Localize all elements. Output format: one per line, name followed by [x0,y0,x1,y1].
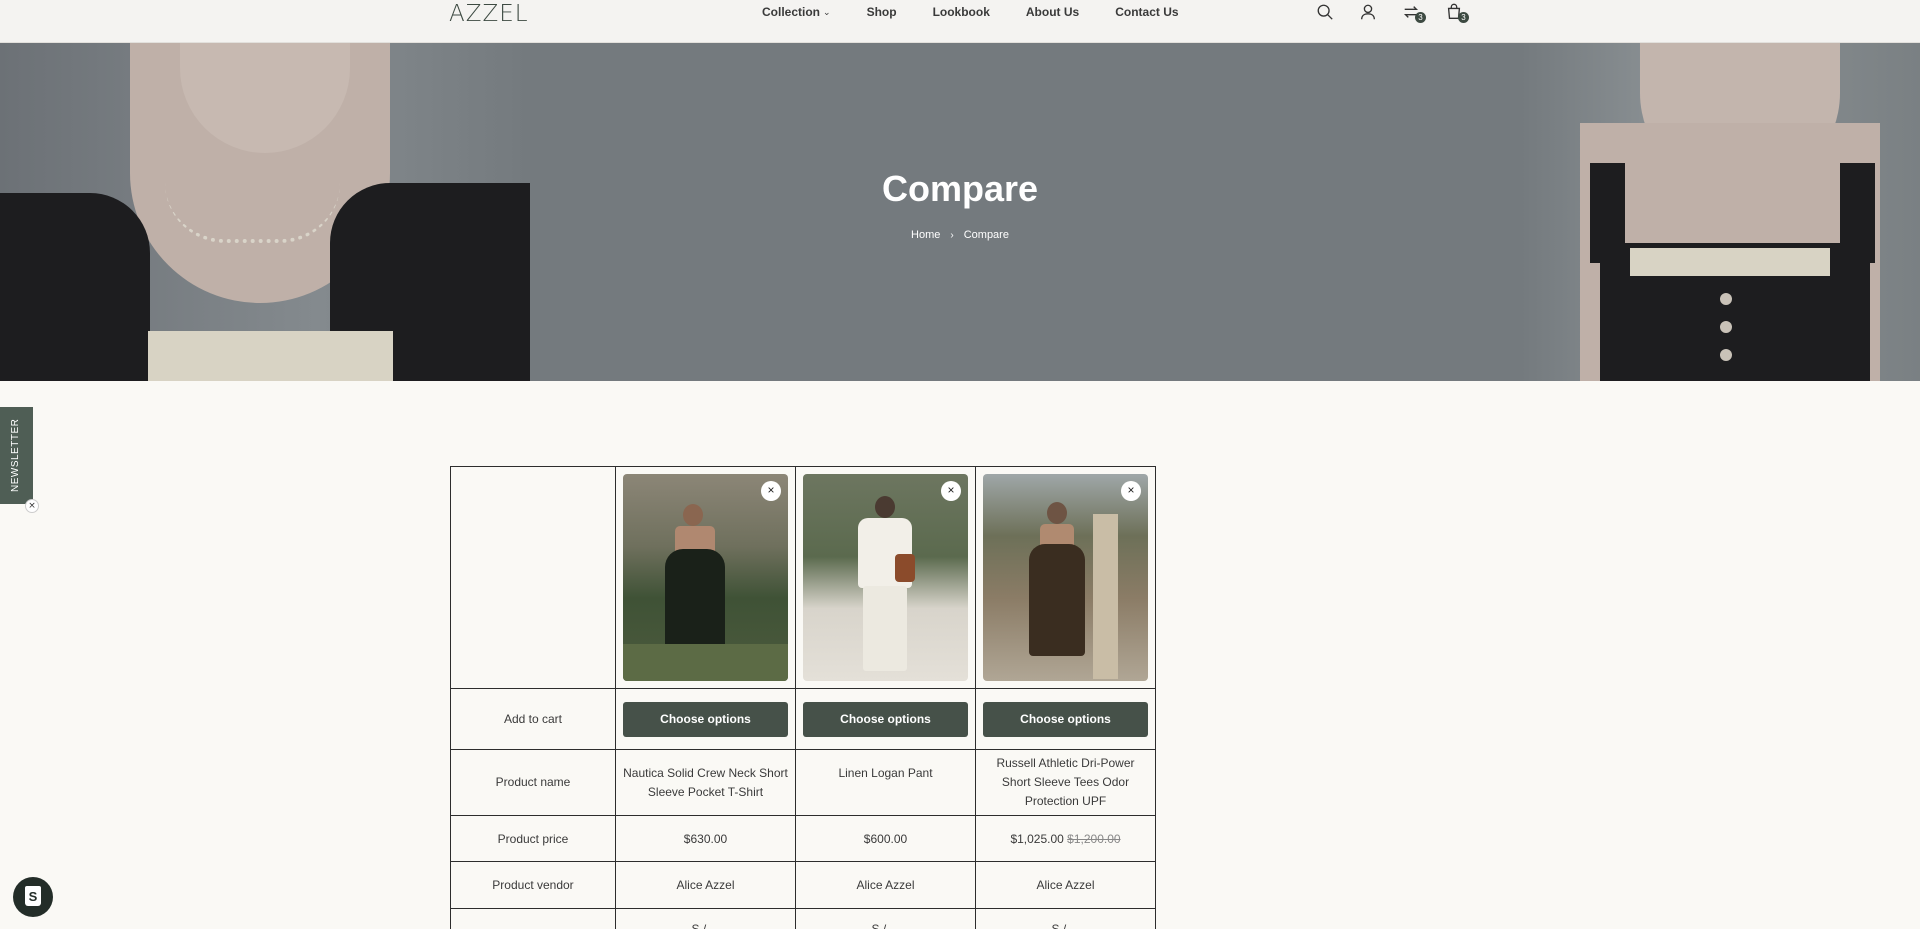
product-price-row: Product price $630.00 $600.00 $1,025.00 … [450,815,1171,862]
choose-options-button[interactable]: Choose options [983,701,1148,737]
product-price-cell: $1,025.00 $1,200.00 [975,815,1156,862]
nav-item-label: Shop [866,5,897,19]
product-name[interactable]: Nautica Solid Crew Neck Short Sleeve Poc… [615,749,796,816]
site-header: AZZEL Collection ⌄ Shop Lookbook About Us… [0,0,1920,43]
breadcrumb-separator-icon: › [950,230,954,241]
nav-item-lookbook[interactable]: Lookbook [933,5,990,19]
row-label: Product name [450,749,616,816]
row-label [450,908,616,929]
choose-options-button[interactable]: Choose options [623,701,788,737]
compare-at-price: $1,200.00 [1067,831,1121,846]
choose-options-button[interactable]: Choose options [803,701,968,737]
newsletter-label: NEWSLETTER [10,418,21,492]
shopify-logo-icon: S [25,886,41,906]
row-label: Add to cart [450,688,616,750]
row-label: Product price [450,815,616,862]
nav-item-about[interactable]: About Us [1026,5,1079,19]
hero-model-image-left [0,43,530,381]
product-option-row: S / ... S / ... S / ... [450,908,1171,929]
product-name[interactable]: Russell Athletic Dri-Power Short Sleeve … [975,749,1156,816]
product-vendor: Alice Azzel [795,861,976,909]
main-nav: Collection ⌄ Shop Lookbook About Us Conta… [762,5,1215,19]
product-image[interactable]: × [623,474,788,681]
product-image-cell: × [795,466,976,689]
remove-product-button[interactable]: × [941,481,961,501]
page-hero: Compare Home › Compare [0,43,1920,381]
nav-item-contact[interactable]: Contact Us [1115,5,1178,19]
site-logo[interactable]: AZZEL [449,1,529,27]
nav-item-label: Lookbook [932,5,990,19]
product-image-cell: × [975,466,1156,689]
breadcrumb: Home › Compare [0,229,1920,241]
search-icon[interactable] [1316,3,1338,25]
product-image[interactable]: × [803,474,968,681]
nav-item-label: About Us [1025,5,1080,19]
product-price: $1,025.00 [1010,831,1064,846]
cart-count-badge: 3 [1458,12,1469,23]
product-name-row: Product name Nautica Solid Crew Neck Sho… [450,749,1171,816]
cart-cell: Choose options [795,688,976,750]
row-label: Product vendor [450,861,616,909]
page-title: Compare [881,168,1039,209]
header-icons: 3 3 [1316,3,1488,25]
shopify-bag-icon[interactable]: S [13,877,53,917]
remove-product-button[interactable]: × [1121,481,1141,501]
chevron-down-icon: ⌄ [823,6,831,17]
cart-icon[interactable]: 3 [1445,3,1469,25]
cart-cell: Choose options [615,688,796,750]
product-option: S / ... [615,908,796,929]
newsletter-tab[interactable]: NEWSLETTER [0,407,33,504]
product-vendor: Alice Azzel [615,861,796,909]
nav-item-label: Contact Us [1115,5,1179,19]
newsletter-close-icon[interactable]: × [25,499,39,513]
product-option: S / ... [795,908,976,929]
product-vendor: Alice Azzel [975,861,1156,909]
breadcrumb-home-link[interactable]: Home [911,229,940,241]
nav-item-collection[interactable]: Collection ⌄ [762,5,831,19]
compare-icon[interactable]: 3 [1402,3,1426,25]
product-image-cell: × [615,466,796,689]
compare-table: × × × Add to cart Choose options Choose … [450,466,1171,929]
product-vendor-row: Product vendor Alice Azzel Alice Azzel A… [450,861,1171,909]
remove-product-button[interactable]: × [761,481,781,501]
add-to-cart-row: Add to cart Choose options Choose option… [450,688,1171,750]
product-price: $630.00 [615,815,796,862]
nav-item-label: Collection [762,5,821,19]
compare-count-badge: 3 [1415,12,1426,23]
spacer [1156,467,1171,689]
empty-label-cell [450,466,616,689]
image-row: × × × [450,466,1171,689]
nav-item-shop[interactable]: Shop [867,5,897,19]
product-option: S / ... [975,908,1156,929]
breadcrumb-current: Compare [963,229,1009,241]
product-price: $600.00 [795,815,976,862]
account-icon[interactable] [1359,3,1381,25]
cart-cell: Choose options [975,688,1156,750]
product-name[interactable]: Linen Logan Pant [795,749,976,816]
hero-model-image-right [1520,43,1920,381]
product-image[interactable]: × [983,474,1148,681]
